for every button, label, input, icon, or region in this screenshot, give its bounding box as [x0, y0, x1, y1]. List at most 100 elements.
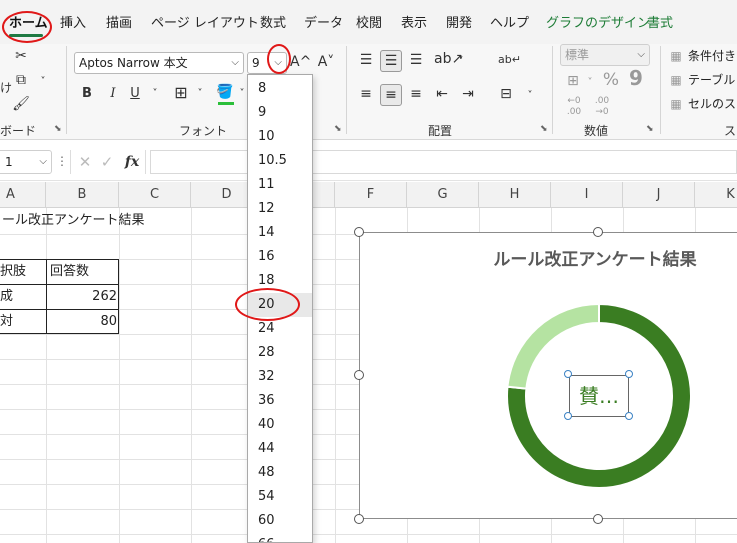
table-row-label[interactable]: 成	[0, 285, 13, 309]
align-top-icon[interactable]: ☰	[356, 50, 376, 70]
font-size-option[interactable]: 54	[248, 485, 312, 509]
label-resize-handle[interactable]	[625, 412, 633, 420]
chart-resize-handle[interactable]	[593, 227, 603, 237]
font-size-option[interactable]: 40	[248, 413, 312, 437]
tab-chart-design[interactable]: グラフのデザイン	[546, 14, 650, 34]
font-size-option[interactable]: 44	[248, 437, 312, 461]
column-header-h[interactable]: H	[479, 182, 551, 208]
cancel-icon[interactable]: ✕	[76, 152, 94, 172]
column-header-f[interactable]: F	[335, 182, 407, 208]
conditional-format-icon[interactable]: ▦	[668, 46, 684, 66]
table-row-value[interactable]: 80	[50, 310, 117, 334]
table-header-choice[interactable]: 択肢	[0, 260, 26, 284]
column-header-k[interactable]: K	[695, 182, 737, 208]
insert-function-button[interactable]: fx	[122, 152, 142, 172]
formula-input[interactable]	[150, 150, 737, 174]
orientation-dropdown-icon[interactable]: ˅	[455, 52, 467, 72]
font-size-option[interactable]: 12	[248, 197, 312, 221]
align-center-icon[interactable]: ≡	[380, 84, 402, 106]
tab-data[interactable]: データ	[304, 14, 343, 34]
label-resize-handle[interactable]	[625, 370, 633, 378]
font-size-option[interactable]: 32	[248, 365, 312, 389]
tab-help[interactable]: ヘルプ	[490, 14, 529, 34]
conditional-format-button[interactable]: 条件付き	[688, 44, 736, 68]
font-size-option[interactable]: 10.5	[248, 149, 312, 173]
table-row-value[interactable]: 262	[50, 285, 117, 309]
more-options-icon[interactable]: ⋮	[56, 151, 68, 171]
font-size-option[interactable]: 66	[248, 533, 312, 542]
paste-partial-icon[interactable]: け	[0, 78, 12, 98]
align-right-icon[interactable]: ≡	[406, 84, 426, 104]
decrease-decimal-icon[interactable]: .00 →0	[590, 96, 614, 118]
tab-insert[interactable]: 挿入	[60, 14, 86, 34]
chart-resize-handle[interactable]	[354, 227, 364, 237]
enter-icon[interactable]: ✓	[98, 152, 116, 172]
number-launcher-icon[interactable]: ⬊	[646, 124, 654, 134]
underline-dropdown-icon[interactable]: ˅	[148, 84, 162, 104]
tab-developer[interactable]: 開発	[446, 14, 472, 34]
data-label-box[interactable]: 賛…	[569, 375, 629, 417]
bold-button[interactable]: B	[78, 84, 96, 104]
label-resize-handle[interactable]	[564, 370, 572, 378]
merge-center-icon[interactable]: ⊟	[496, 84, 516, 104]
currency-format-icon[interactable]: ⊞	[562, 71, 584, 91]
font-size-option[interactable]: 60	[248, 509, 312, 533]
column-header-g[interactable]: G	[407, 182, 479, 208]
merge-dropdown-icon[interactable]: ˅	[524, 86, 536, 106]
font-size-option[interactable]: 48	[248, 461, 312, 485]
align-bottom-icon[interactable]: ☰	[406, 50, 426, 70]
wrap-text-icon[interactable]: ab↵	[498, 50, 521, 70]
clipboard-launcher-icon[interactable]: ⬊	[54, 124, 62, 134]
tab-format[interactable]: 書式	[647, 14, 673, 34]
copy-icon[interactable]: ⧉	[10, 70, 32, 90]
sheet-title-cell[interactable]: ール改正アンケート結果	[2, 209, 144, 233]
column-header-j[interactable]: J	[623, 182, 695, 208]
borders-icon[interactable]: ⊞	[170, 83, 192, 103]
italic-button[interactable]: I	[104, 84, 122, 104]
font-size-option[interactable]: 11	[248, 173, 312, 197]
chart-resize-handle[interactable]	[593, 514, 603, 524]
chart-area[interactable]: ルール改正アンケート結果 賛…	[359, 232, 737, 519]
increase-decimal-icon[interactable]: ←0.00	[562, 96, 586, 118]
font-size-option[interactable]: 8	[248, 77, 312, 101]
alignment-launcher-icon[interactable]: ⬊	[540, 124, 548, 134]
borders-dropdown-icon[interactable]: ˅	[193, 84, 207, 104]
table-row-label[interactable]: 対	[0, 310, 13, 334]
fill-color-icon[interactable]: 🪣	[214, 82, 236, 102]
cell-style-button[interactable]: セルのスタ	[688, 92, 737, 116]
font-name-select[interactable]: Aptos Narrow 本文 ⌵	[74, 52, 244, 74]
column-header-a[interactable]: A	[0, 182, 46, 208]
chart-resize-handle[interactable]	[354, 514, 364, 524]
font-size-option[interactable]: 10	[248, 125, 312, 149]
column-header-b[interactable]: B	[46, 182, 119, 208]
table-header-count[interactable]: 回答数	[50, 260, 89, 284]
grow-font-icon[interactable]: A^	[290, 52, 311, 72]
column-header-i[interactable]: I	[551, 182, 623, 208]
tab-review[interactable]: 校閲	[356, 14, 382, 34]
number-format-select[interactable]: 標準 ⌵	[560, 44, 650, 66]
orientation-icon[interactable]: ab↗	[434, 49, 463, 69]
increase-indent-icon[interactable]: ⇥	[458, 84, 478, 104]
font-size-option[interactable]: 16	[248, 245, 312, 269]
name-box[interactable]: 1 ⌵	[0, 150, 52, 174]
font-launcher-icon[interactable]: ⬊	[334, 124, 342, 134]
tab-page-layout[interactable]: ページ レイアウト	[151, 14, 259, 34]
table-format-button[interactable]: テーブルと	[688, 68, 737, 92]
align-left-icon[interactable]: ≡	[356, 84, 376, 104]
copy-dropdown-icon[interactable]: ˅	[36, 72, 50, 92]
font-size-option[interactable]: 9	[248, 101, 312, 125]
font-size-option[interactable]: 14	[248, 221, 312, 245]
percent-format-button[interactable]: %	[600, 70, 622, 90]
align-middle-icon[interactable]: ☰	[380, 50, 402, 72]
column-header-c[interactable]: C	[119, 182, 191, 208]
cell-style-icon[interactable]: ▦	[668, 94, 684, 114]
chart-resize-handle[interactable]	[354, 370, 364, 380]
tab-view[interactable]: 表示	[401, 14, 427, 34]
font-size-option[interactable]: 36	[248, 389, 312, 413]
underline-button[interactable]: U	[126, 84, 144, 104]
decrease-indent-icon[interactable]: ⇤	[432, 84, 452, 104]
tab-formulas[interactable]: 数式	[260, 14, 286, 34]
table-format-icon[interactable]: ▦	[668, 70, 684, 90]
comma-style-button[interactable]: 9	[626, 68, 646, 88]
label-resize-handle[interactable]	[564, 412, 572, 420]
